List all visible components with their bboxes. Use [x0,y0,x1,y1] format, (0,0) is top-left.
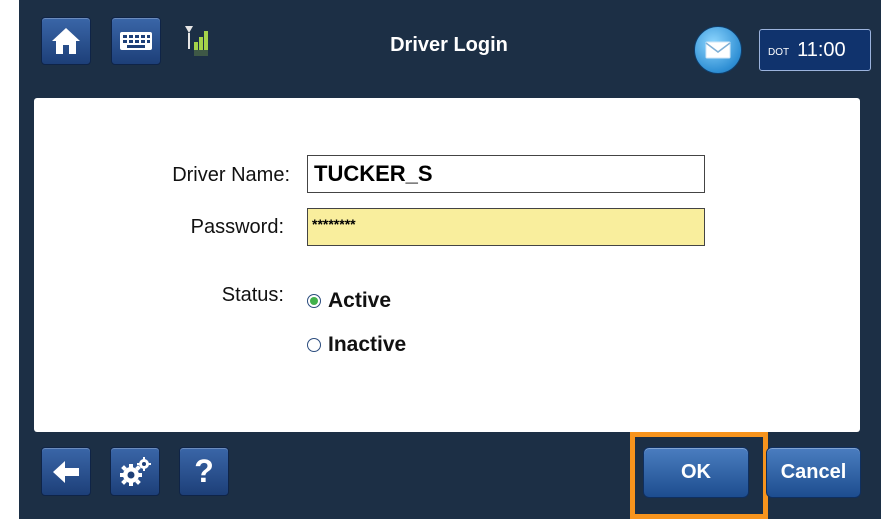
clock-time: 11:00 [797,38,846,61]
radio-active[interactable] [307,294,321,308]
cancel-button[interactable]: Cancel [766,447,861,498]
password-field[interactable]: ******** [307,208,705,246]
home-button[interactable] [41,17,91,65]
password-label: Password: [190,216,284,238]
status-option-label: Inactive [328,333,407,356]
driver-name-label: Driver Name: [172,164,290,186]
status-option-inactive[interactable]: Inactive [307,333,406,357]
keyboard-icon [120,32,152,50]
home-icon [52,28,80,54]
page-title: Driver Login [390,34,508,56]
keyboard-button[interactable] [111,17,161,65]
top-bar: Driver Login DOT 11:00 [19,0,881,94]
login-form-panel: Driver Name: TUCKER_S Password: ********… [34,98,860,432]
clock-display: DOT 11:00 [759,29,871,71]
status-option-label: Active [328,289,392,312]
messages-button[interactable] [694,26,742,74]
back-button[interactable] [41,447,91,496]
app-frame: Driver Login DOT 11:00 Driver Name: TUCK… [19,0,881,519]
gears-icon [120,456,151,486]
ok-button[interactable]: OK [643,447,749,498]
bottom-bar: ? OK Cancel [19,432,881,519]
signal-strength-icon [183,24,213,63]
dot-label: DOT [768,46,790,58]
status-label: Status: [221,284,284,306]
envelope-icon [705,41,731,59]
help-button[interactable]: ? [179,447,229,496]
arrow-left-icon [53,460,79,483]
help-icon: ? [194,453,214,489]
driver-name-field[interactable]: TUCKER_S [307,155,705,193]
settings-button[interactable] [110,447,160,496]
radio-inactive[interactable] [307,338,321,352]
status-option-active[interactable]: Active [307,289,391,313]
